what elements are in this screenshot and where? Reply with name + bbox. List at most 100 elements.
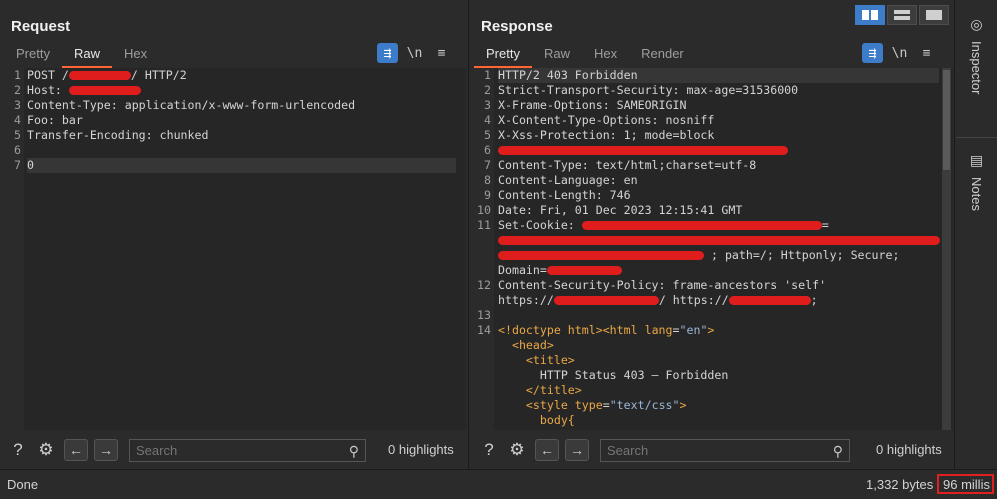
side-tab-inspector[interactable]: ◎ Inspector	[956, 16, 997, 94]
request-editor[interactable]: 1234567 POST / / HTTP/2 Host: Content-Type…	[4, 68, 466, 430]
response-search-input[interactable]	[607, 442, 807, 458]
line-number: 3	[484, 98, 491, 112]
line-number	[472, 383, 491, 398]
response-tab-raw[interactable]: Raw	[532, 44, 582, 66]
response-toolbar: ⇶ \n ≡	[862, 43, 937, 63]
code-token: Content-Type: application/x-www-form-url…	[27, 98, 356, 112]
request-footer: ? ⚙ ← → ⚲ 0 highlights	[0, 433, 468, 467]
newline-toggle[interactable]: \n	[404, 43, 425, 63]
response-tab-render[interactable]: Render	[629, 44, 696, 66]
response-line-numbers: 1 2 3 4 5 6 7 8 9 10 11 12 13 14	[472, 68, 494, 430]
line-number: 9	[484, 188, 491, 202]
code-token: / https://	[658, 293, 729, 307]
line-number	[472, 398, 491, 413]
code-token: <head>	[511, 338, 554, 352]
code-token: type	[574, 398, 603, 412]
response-footer: ? ⚙ ← → ⚲ 0 highlights	[470, 433, 954, 467]
response-title: Response	[481, 18, 553, 35]
code-line: X-Content-Type-Options: nosniff	[498, 113, 939, 128]
forward-arrow-icon[interactable]: →	[94, 439, 118, 461]
code-line: X-Frame-Options: SAMEORIGIN	[498, 98, 939, 113]
code-token: Host:	[27, 83, 69, 97]
line-number	[472, 263, 491, 278]
request-search[interactable]: ⚲	[129, 438, 366, 462]
wrap-icon[interactable]: ⇶	[377, 43, 398, 63]
layout-side-by-side-icon[interactable]	[855, 5, 885, 25]
menu-icon[interactable]: ≡	[431, 43, 452, 63]
menu-icon[interactable]: ≡	[916, 43, 937, 63]
redaction-mark	[728, 296, 811, 305]
request-tab-hex[interactable]: Hex	[112, 44, 159, 66]
gear-icon[interactable]: ⚙	[506, 439, 528, 461]
code-token: =	[602, 398, 610, 412]
redaction-mark	[546, 266, 622, 275]
side-tab-notes[interactable]: ▤ Notes	[956, 152, 997, 211]
code-token: "text/css"	[609, 398, 680, 412]
code-line	[498, 233, 940, 248]
help-icon[interactable]: ?	[7, 439, 29, 461]
redaction-mark	[498, 146, 788, 155]
redaction-mark	[68, 71, 131, 80]
line-number: 7	[14, 158, 21, 172]
burp-repeater: Request Pretty Raw Hex ⇶ \n ≡ 1234567 POST…	[0, 0, 997, 499]
request-search-input[interactable]	[136, 442, 336, 458]
response-scrollbar[interactable]	[942, 68, 951, 430]
code-line: Content-Type: application/x-www-form-url…	[27, 98, 456, 113]
back-arrow-icon[interactable]: ←	[535, 439, 559, 461]
redaction-mark	[68, 86, 141, 95]
redaction-mark	[498, 236, 940, 245]
response-editor[interactable]: 1 2 3 4 5 6 7 8 9 10 11 12 13 14 HTTP/2 403 Forbidden…	[472, 68, 953, 430]
forward-arrow-icon[interactable]: →	[565, 439, 589, 461]
code-line: </title>	[498, 383, 939, 398]
line-number: 7	[484, 158, 491, 172]
scrollbar-thumb[interactable]	[943, 70, 950, 170]
layout-tabbed-icon[interactable]	[919, 5, 949, 25]
code-line: HTTP/2 403 Forbidden	[498, 68, 939, 83]
newline-toggle[interactable]: \n	[889, 43, 910, 63]
request-panel: Request Pretty Raw Hex ⇶ \n ≡ 1234567 POST…	[0, 0, 469, 469]
search-icon: ⚲	[348, 442, 359, 459]
request-tab-pretty[interactable]: Pretty	[4, 44, 62, 66]
code-token: HTTP Status 403 – Forbidden	[498, 368, 729, 382]
response-tab-hex[interactable]: Hex	[582, 44, 629, 66]
code-line: https:// / https://;	[498, 293, 939, 308]
response-tab-pretty[interactable]: Pretty	[474, 44, 532, 68]
line-number: 10	[477, 203, 491, 217]
back-arrow-icon[interactable]: ←	[64, 439, 88, 461]
code-line: Content-Security-Policy: frame-ancestors…	[498, 278, 939, 293]
layout-stacked-icon[interactable]	[887, 5, 917, 25]
request-tab-raw[interactable]: Raw	[61, 44, 112, 68]
code-line: Content-Type: text/html;charset=utf-8	[498, 158, 939, 173]
response-search[interactable]: ⚲	[600, 438, 850, 462]
line-number: 5	[14, 128, 21, 142]
gear-icon[interactable]: ⚙	[35, 439, 57, 461]
redaction-mark	[498, 251, 704, 260]
side-tab-inspector-label: Inspector	[969, 41, 984, 95]
line-number: 11	[477, 218, 491, 232]
response-code[interactable]: HTTP/2 403 Forbidden Strict-Transport-Sec…	[498, 68, 940, 428]
line-number: 5	[484, 128, 491, 142]
request-code[interactable]: POST / / HTTP/2 Host: Content-Type: applic…	[27, 68, 456, 173]
line-number: 2	[484, 83, 491, 97]
code-token: X-Content-Type-Options: nosniff	[498, 113, 715, 127]
line-number	[472, 293, 491, 308]
code-line: Transfer-Encoding: chunked	[27, 128, 456, 143]
line-number	[472, 413, 491, 428]
request-toolbar: ⇶ \n ≡	[377, 43, 452, 63]
code-line: <!doctype html><html lang="en">	[498, 323, 939, 338]
request-line-numbers: 1234567	[4, 68, 24, 430]
code-token: Foo: bar	[27, 113, 83, 127]
help-icon[interactable]: ?	[478, 439, 500, 461]
code-token: Set-Cookie:	[498, 218, 582, 232]
code-token: lang	[644, 323, 673, 337]
code-token: body{	[539, 413, 575, 427]
wrap-icon[interactable]: ⇶	[862, 43, 883, 63]
layout-switcher	[855, 5, 949, 25]
code-token: Content-Language: en	[498, 173, 638, 187]
